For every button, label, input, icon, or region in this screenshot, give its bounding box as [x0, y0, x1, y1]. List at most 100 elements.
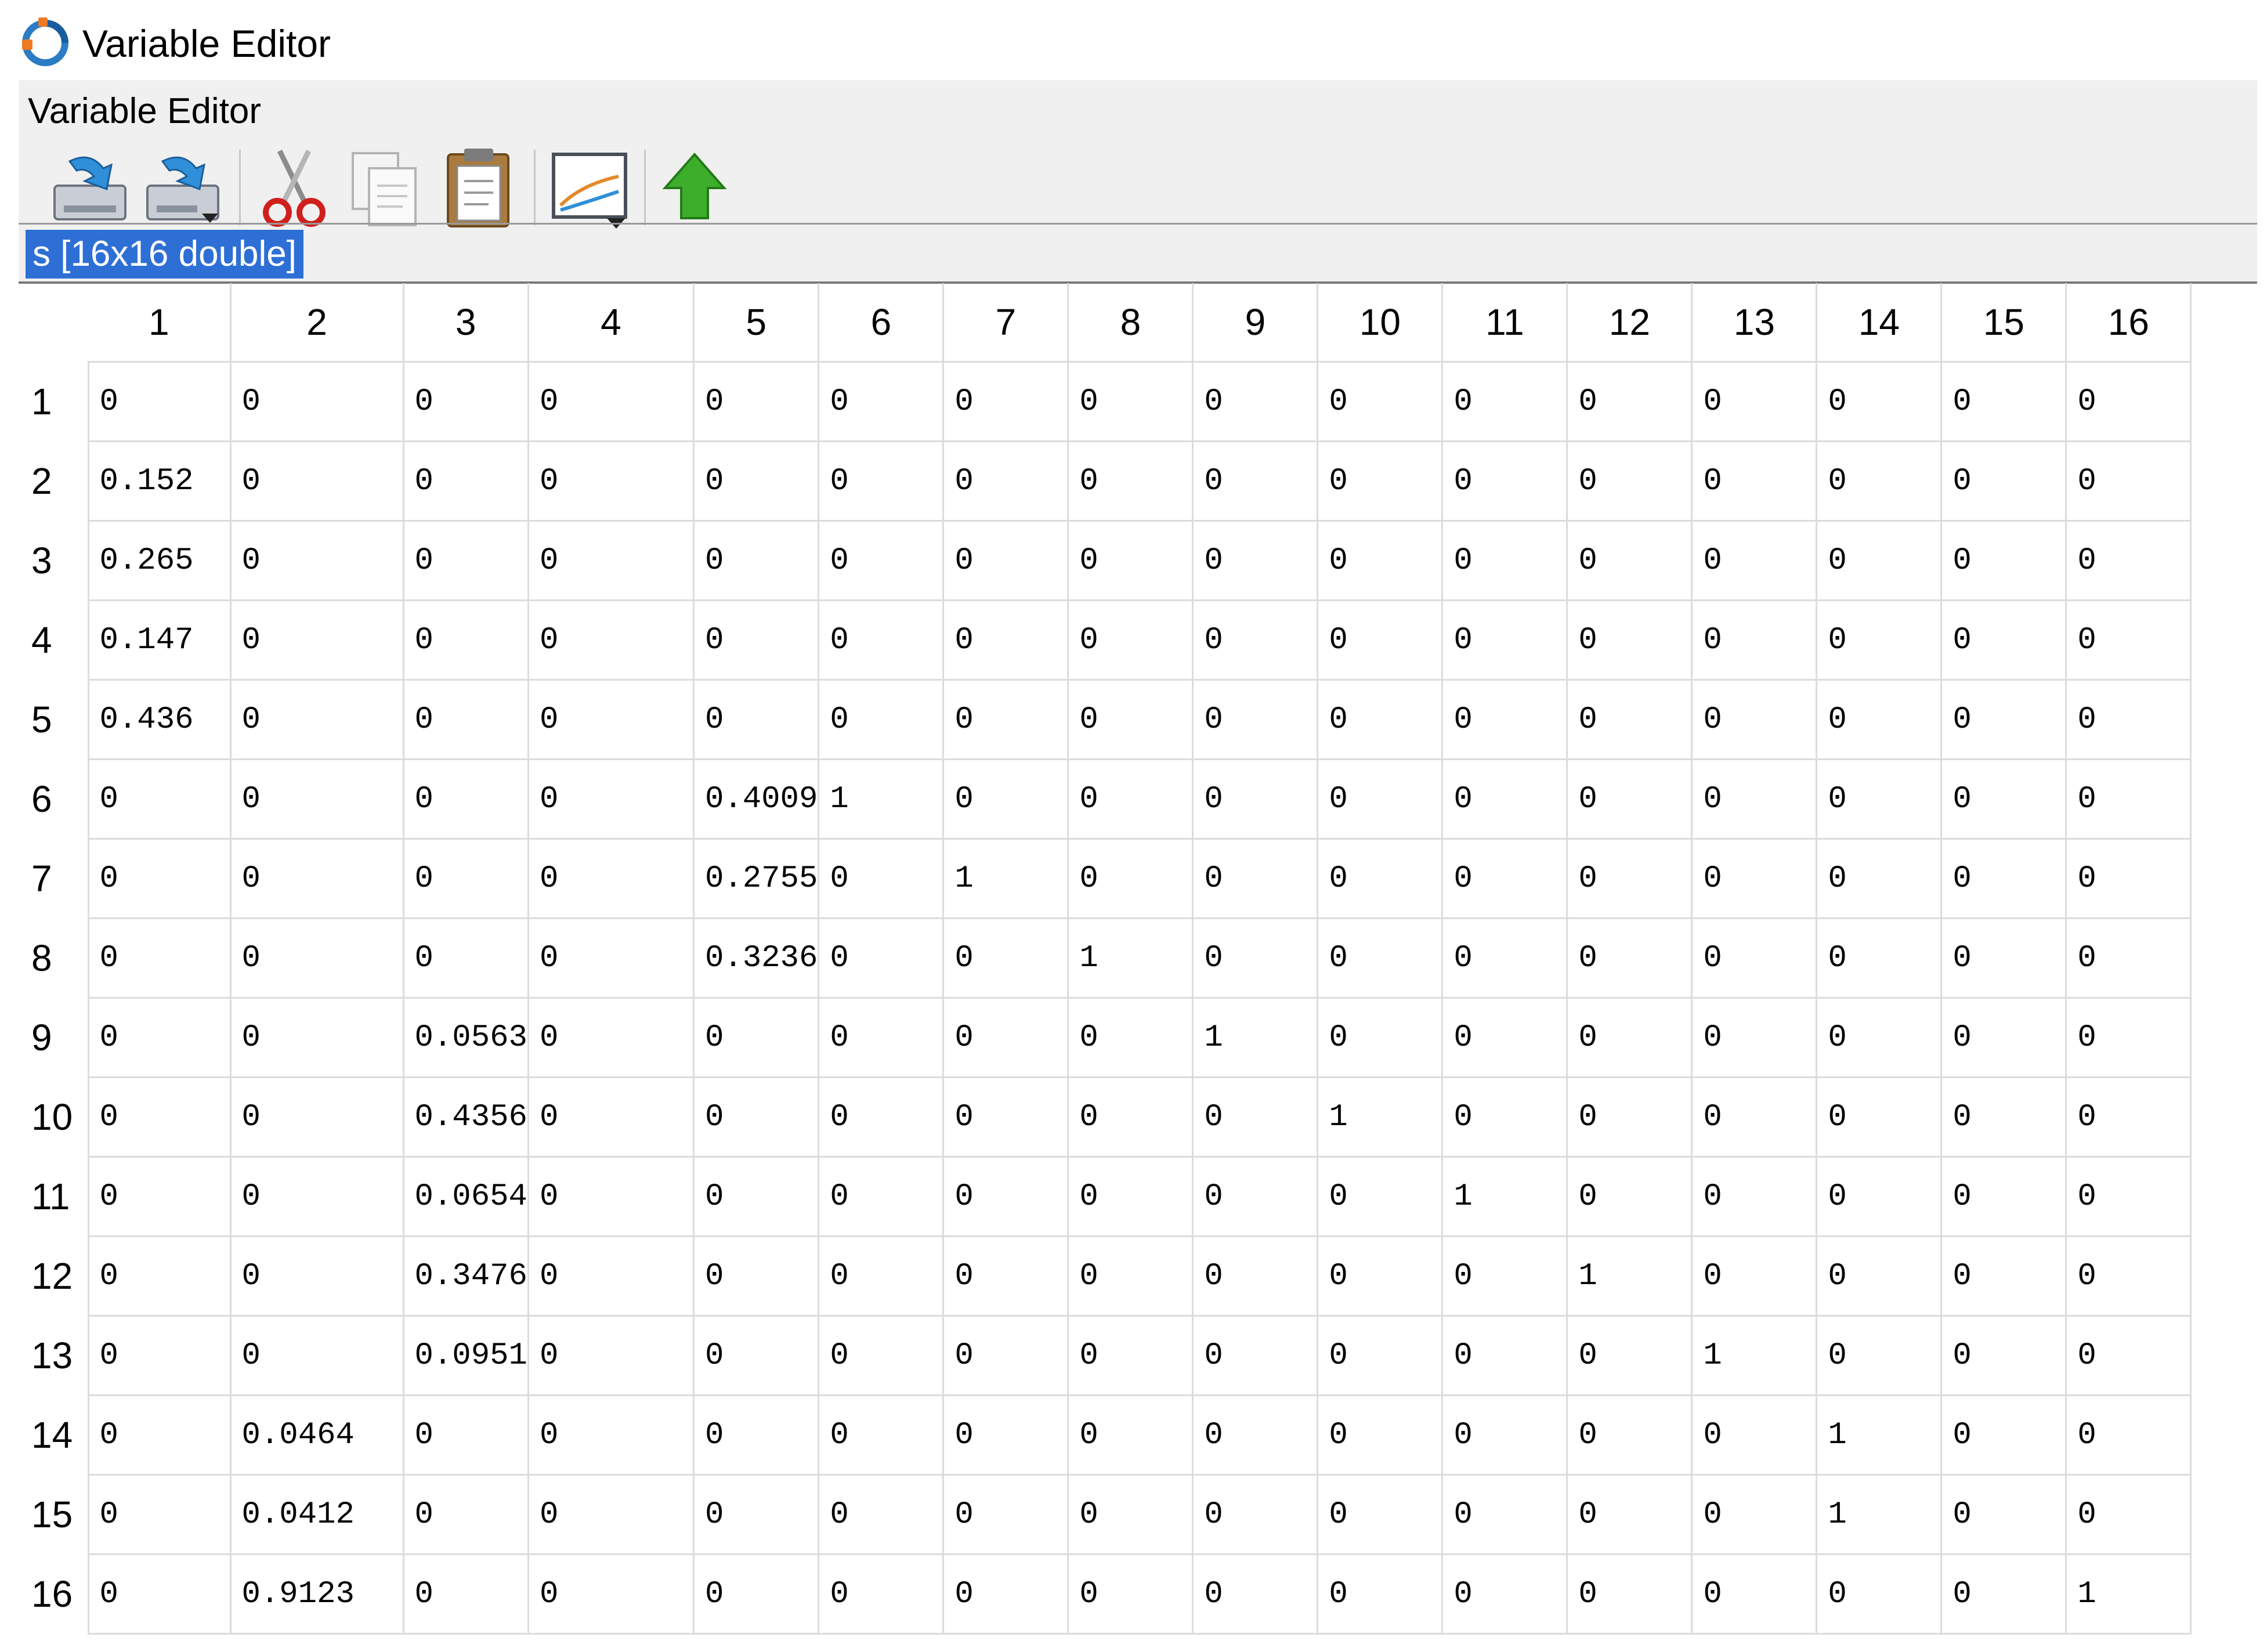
grid-cell[interactable]: 0	[87, 1315, 232, 1396]
grid-cell[interactable]: 0	[1691, 1474, 1818, 1555]
grid-cell[interactable]: 0	[1442, 1236, 1568, 1317]
grid-cell[interactable]: 0	[1816, 1236, 1943, 1317]
grid-cell[interactable]: 0	[693, 1236, 820, 1317]
grid-cell[interactable]: 0.0464	[230, 1395, 404, 1476]
column-header[interactable]: 16	[2066, 283, 2192, 362]
grid-cell[interactable]: 0	[1941, 1554, 2067, 1635]
grid-cell[interactable]: 0	[1941, 679, 2067, 760]
grid-cell[interactable]: 0	[403, 759, 529, 840]
grid-cell[interactable]: 0	[1317, 679, 1444, 760]
grid-cell[interactable]: 0	[1691, 1156, 1818, 1237]
grid-cell[interactable]: 0	[403, 520, 529, 601]
grid-cell[interactable]: 0	[818, 1315, 945, 1396]
grid-cell[interactable]: 0	[528, 1474, 695, 1555]
grid-cell[interactable]: 0	[1192, 759, 1319, 840]
grid-cell[interactable]: 0	[1317, 1236, 1444, 1317]
row-header[interactable]: 16	[19, 1555, 88, 1634]
grid-cell[interactable]: 0	[2066, 759, 2192, 840]
grid-cell[interactable]: 0	[818, 600, 945, 681]
grid-cell[interactable]: 0	[1317, 1156, 1444, 1237]
grid-cell[interactable]: 0	[1317, 520, 1444, 601]
grid-cell[interactable]: 0	[1192, 441, 1319, 522]
column-header[interactable]: 5	[693, 283, 820, 362]
grid-cell[interactable]: 0	[1317, 1395, 1444, 1476]
grid-cell[interactable]: 0	[943, 600, 1069, 681]
grid-cell[interactable]: 1	[818, 759, 945, 840]
grid-cell[interactable]: 0	[1442, 918, 1568, 999]
column-header[interactable]: 9	[1192, 283, 1319, 362]
grid-cell[interactable]: 0	[818, 1474, 945, 1555]
grid-cell[interactable]: 0	[403, 679, 529, 760]
grid-cell[interactable]: 0	[2066, 361, 2192, 442]
grid-cell[interactable]: 0	[1567, 361, 1693, 442]
grid-cell[interactable]: 0	[818, 1156, 945, 1237]
grid-cell[interactable]: 0	[1068, 1236, 1194, 1317]
grid-cell[interactable]: 0	[1941, 441, 2067, 522]
grid-cell[interactable]: 0	[1941, 1236, 2067, 1317]
grid-cell[interactable]: 0	[1691, 918, 1818, 999]
grid-cell[interactable]: 0	[1941, 600, 2067, 681]
grid-cell[interactable]: 0	[693, 361, 820, 442]
grid-cell[interactable]: 1	[1816, 1395, 1943, 1476]
grid-cell[interactable]: 0	[1691, 1077, 1818, 1158]
grid-cell[interactable]: 0	[1317, 441, 1444, 522]
grid-cell[interactable]: 0	[230, 1156, 404, 1237]
grid-cell[interactable]: 0	[230, 838, 404, 919]
grid-cell[interactable]: 0	[2066, 1156, 2192, 1237]
row-header[interactable]: 10	[19, 1078, 88, 1157]
grid-cell[interactable]: 0	[1567, 997, 1693, 1078]
grid-cell[interactable]: 0	[1192, 520, 1319, 601]
row-header[interactable]: 7	[19, 839, 88, 919]
row-header[interactable]: 6	[19, 760, 88, 839]
grid-cell[interactable]: 0	[87, 1156, 232, 1237]
grid-cell[interactable]: 0	[1567, 1395, 1693, 1476]
grid-cell[interactable]: 0	[943, 1315, 1069, 1396]
grid-cell[interactable]: 0	[1691, 838, 1818, 919]
grid-cell[interactable]: 0	[1192, 918, 1319, 999]
row-header[interactable]: 5	[19, 680, 88, 760]
grid-cell[interactable]: 0	[693, 1156, 820, 1237]
grid-cell[interactable]: 0	[1567, 1077, 1693, 1158]
grid-cell[interactable]: 1	[1068, 918, 1194, 999]
grid-cell[interactable]: 0	[528, 759, 695, 840]
grid-cell[interactable]: 0	[1941, 1077, 2067, 1158]
column-header[interactable]: 4	[528, 283, 695, 362]
grid-cell[interactable]: 0	[230, 679, 404, 760]
grid-cell[interactable]: 0	[1192, 1395, 1319, 1476]
column-header[interactable]: 7	[943, 283, 1069, 362]
row-header[interactable]: 1	[19, 362, 88, 442]
grid-cell[interactable]: 0	[403, 1395, 529, 1476]
grid-cell[interactable]: 0	[1317, 1315, 1444, 1396]
grid-cell[interactable]: 0.4009	[693, 759, 820, 840]
grid-cell[interactable]: 0	[2066, 1395, 2192, 1476]
grid-cell[interactable]: 0	[1192, 600, 1319, 681]
grid-cell[interactable]: 0	[528, 1077, 695, 1158]
grid-cell[interactable]: 0	[2066, 1474, 2192, 1555]
grid-cell[interactable]: 0	[528, 1156, 695, 1237]
grid-cell[interactable]: 0	[943, 997, 1069, 1078]
grid-cell[interactable]: 0.3476	[403, 1236, 529, 1317]
row-header[interactable]: 4	[19, 601, 88, 680]
variable-tab[interactable]: s [16x16 double]	[26, 230, 304, 279]
grid-cell[interactable]: 0	[403, 1554, 529, 1635]
grid-cell[interactable]: 0	[1068, 1395, 1194, 1476]
grid-cell[interactable]: 0	[1068, 838, 1194, 919]
grid-cell[interactable]: 0	[1567, 918, 1693, 999]
column-header[interactable]: 10	[1317, 283, 1444, 362]
grid-cell[interactable]: 0	[528, 1315, 695, 1396]
grid-cell[interactable]: 0	[2066, 679, 2192, 760]
grid-cell[interactable]: 0	[403, 918, 529, 999]
grid-cell[interactable]: 0	[1691, 997, 1818, 1078]
grid-cell[interactable]: 0	[1317, 838, 1444, 919]
grid-cell[interactable]: 0	[1941, 361, 2067, 442]
grid-cell[interactable]: 0	[943, 1156, 1069, 1237]
grid-cell[interactable]: 0	[230, 1315, 404, 1396]
grid-cell[interactable]: 0.0412	[230, 1474, 404, 1555]
row-header[interactable]: 11	[19, 1157, 88, 1237]
grid-cell[interactable]: 0	[87, 361, 232, 442]
grid-cell[interactable]: 0	[1192, 1077, 1319, 1158]
grid-cell[interactable]: 0	[528, 1554, 695, 1635]
grid-cell[interactable]: 0	[693, 1474, 820, 1555]
grid-cell[interactable]: 0	[1442, 679, 1568, 760]
grid-cell[interactable]: 0	[403, 441, 529, 522]
